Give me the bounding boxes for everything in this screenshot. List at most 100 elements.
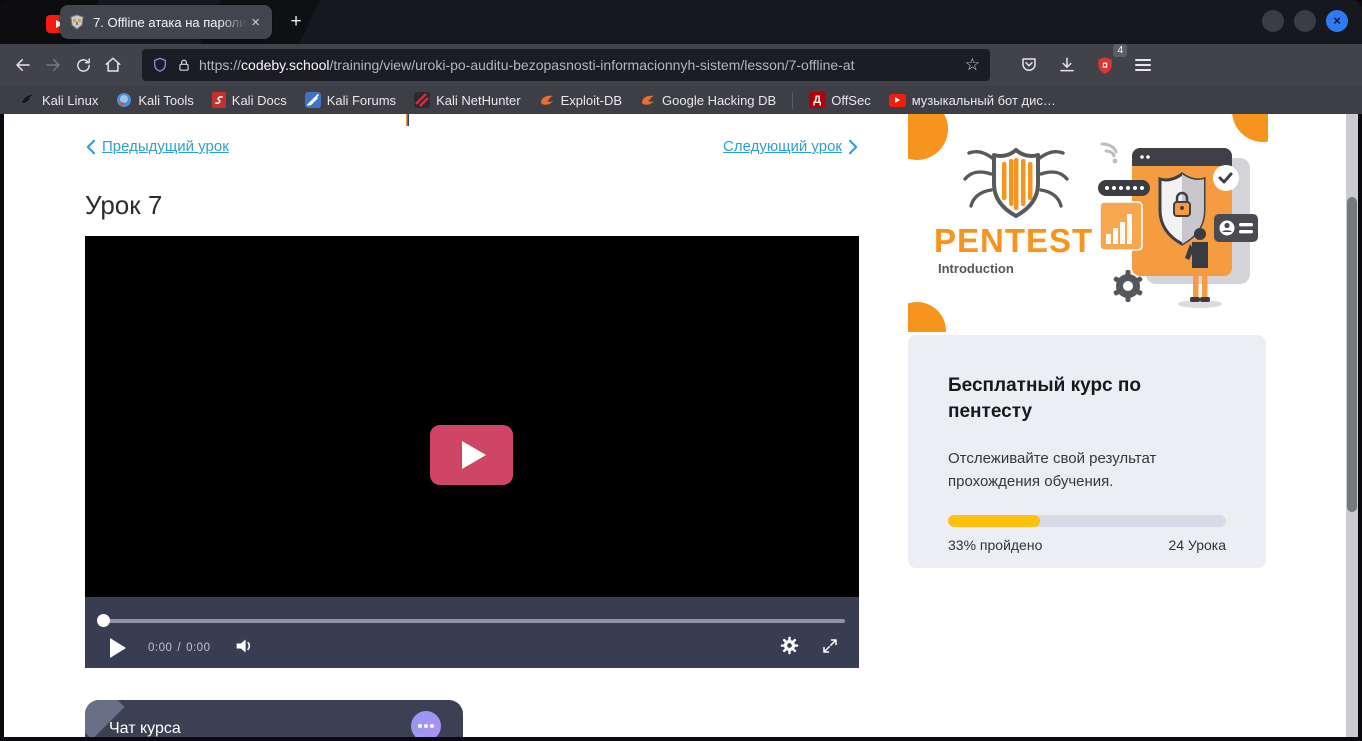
bookmark-offsec[interactable]: Д OffSec: [801, 89, 879, 111]
page-scrollbar-thumb[interactable]: [1347, 197, 1357, 512]
bookmark-kali-docs[interactable]: Kali Docs: [204, 89, 295, 111]
course-progress-fill: [948, 515, 1040, 527]
download-icon: [1058, 56, 1076, 74]
orange-blob-decoration: [908, 114, 948, 160]
time-display: 0:00 / 0:00: [148, 642, 210, 654]
url-bar[interactable]: https://codeby.school/training/view/urok…: [142, 49, 990, 81]
extension-badge: 4: [1113, 44, 1127, 57]
kali-tools-icon: [116, 92, 132, 108]
window-maximize-button[interactable]: [1294, 10, 1316, 32]
video-progress-handle[interactable]: [97, 614, 110, 627]
big-play-button[interactable]: [430, 425, 513, 485]
back-arrow-icon: [14, 56, 32, 74]
downloads-button[interactable]: [1052, 50, 1082, 80]
course-progress-card: Бесплатный курс по пентесту Отслеживайте…: [908, 335, 1266, 568]
bookmark-kali-nethunter[interactable]: Kali NetHunter: [406, 89, 529, 111]
exploit-db-bird-icon: [539, 93, 555, 107]
adblock-shield-icon: [1096, 56, 1114, 75]
bookmark-kali-forums[interactable]: Kali Forums: [297, 89, 404, 111]
lessons-count-label: 24 Урока: [1168, 537, 1226, 553]
back-button[interactable]: [8, 50, 38, 80]
chevron-right-icon: [848, 139, 859, 155]
lock-icon[interactable]: [177, 58, 191, 73]
youtube-icon: [889, 94, 906, 107]
forward-button[interactable]: [38, 50, 68, 80]
codeby-favicon-owl-icon: [69, 14, 85, 30]
tab-title: 7. Offline атака на пароли: [93, 15, 247, 30]
course-card-description: Отслеживайте свой результат прохождения …: [948, 447, 1198, 493]
page-scrollbar-track[interactable]: [1346, 114, 1358, 737]
chevron-left-icon: [85, 139, 96, 155]
partial-site-logo: [406, 114, 409, 126]
kali-forums-icon: [305, 92, 321, 108]
bookmark-exploit-db[interactable]: Exploit-DB: [531, 90, 630, 111]
bookmark-label: музыкальный бот дис…: [912, 93, 1056, 108]
bookmark-kali-linux[interactable]: Kali Linux: [12, 89, 106, 111]
reload-button[interactable]: [68, 50, 98, 80]
brand-subtitle: Introduction: [938, 261, 1014, 276]
course-progress-track: [948, 515, 1226, 527]
course-card-title: Бесплатный курс по пентесту: [948, 373, 1198, 425]
chat-bubble-icon[interactable]: [411, 711, 441, 737]
brand-title: PENTEST: [934, 222, 1093, 260]
video-player: 0:00 / 0:00: [85, 236, 859, 668]
volume-button[interactable]: [234, 637, 254, 660]
bookmarks-separator: [792, 92, 793, 109]
menu-button[interactable]: [1128, 50, 1158, 80]
course-banner-illustration: [1094, 136, 1262, 312]
bookmark-label: Kali Forums: [327, 93, 396, 108]
volume-icon: [234, 637, 254, 655]
orange-blob-decoration: [908, 302, 946, 332]
forward-arrow-icon: [44, 56, 62, 74]
pocket-button[interactable]: [1014, 50, 1044, 80]
fullscreen-icon: [821, 637, 839, 655]
home-icon: [104, 56, 122, 74]
tab-close-icon[interactable]: ×: [247, 13, 264, 32]
bookmark-music-bot[interactable]: музыкальный бот дис…: [881, 90, 1064, 111]
home-button[interactable]: [98, 50, 128, 80]
title-bar: 7. Offline атака на пароли × + ×: [0, 0, 1362, 44]
url-scheme: https://: [199, 57, 241, 73]
bookmark-star-icon[interactable]: ☆: [965, 55, 980, 75]
window-minimize-button[interactable]: [1262, 10, 1284, 32]
reload-icon: [75, 57, 92, 74]
course-banner: PENTEST Introduction: [908, 114, 1268, 332]
bookmarks-bar: Kali Linux Kali Tools Kali Docs Kali For…: [0, 86, 1362, 114]
kali-docs-book-icon: [212, 92, 226, 108]
bookmark-google-hacking-db[interactable]: Google Hacking DB: [632, 90, 784, 111]
bookmark-label: Google Hacking DB: [662, 93, 776, 108]
page-content: Предыдущий урок Следующий урок Урок 7 0:…: [4, 114, 1358, 737]
video-controls-bar: 0:00 / 0:00: [85, 597, 859, 668]
previous-lesson-label: Предыдущий урок: [102, 138, 229, 155]
lesson-navigation: Предыдущий урок Следующий урок: [85, 138, 859, 155]
bookmark-kali-tools[interactable]: Kali Tools: [108, 89, 201, 111]
chat-title: Чат курса: [109, 720, 181, 737]
url-text[interactable]: https://codeby.school/training/view/urok…: [199, 57, 959, 73]
previous-lesson-link[interactable]: Предыдущий урок: [85, 138, 229, 155]
window-close-button[interactable]: ×: [1326, 10, 1348, 32]
adblock-extension-button[interactable]: 4: [1090, 50, 1120, 80]
play-button-icon[interactable]: [110, 638, 126, 658]
kali-nethunter-icon: [414, 92, 430, 108]
lesson-title: Урок 7: [85, 190, 162, 221]
video-progress-bar[interactable]: [101, 619, 845, 623]
course-chat-widget[interactable]: Чат курса: [85, 700, 463, 737]
bookmark-label: Exploit-DB: [561, 93, 622, 108]
google-hacking-db-bird-icon: [640, 93, 656, 107]
browser-window: 7. Offline атака на пароли × + × https: [0, 0, 1362, 741]
next-lesson-link[interactable]: Следующий урок: [723, 138, 859, 155]
settings-button[interactable]: [780, 636, 799, 660]
current-time: 0:00: [148, 642, 172, 654]
bookmark-label: Kali NetHunter: [436, 93, 521, 108]
video-screen[interactable]: [85, 236, 859, 597]
active-tab[interactable]: 7. Offline атака на пароли ×: [60, 5, 272, 39]
bookmark-label: OffSec: [831, 93, 871, 108]
tracking-protection-shield-icon[interactable]: [152, 57, 168, 73]
bookmark-label: Kali Tools: [138, 93, 193, 108]
fullscreen-button[interactable]: [821, 637, 839, 660]
bookmark-label: Kali Docs: [232, 93, 287, 108]
new-tab-button[interactable]: +: [284, 10, 308, 34]
offsec-icon: Д: [809, 92, 825, 108]
progress-percent-label: 33% пройдено: [948, 537, 1042, 553]
pentest-spider-logo: [960, 144, 1072, 220]
